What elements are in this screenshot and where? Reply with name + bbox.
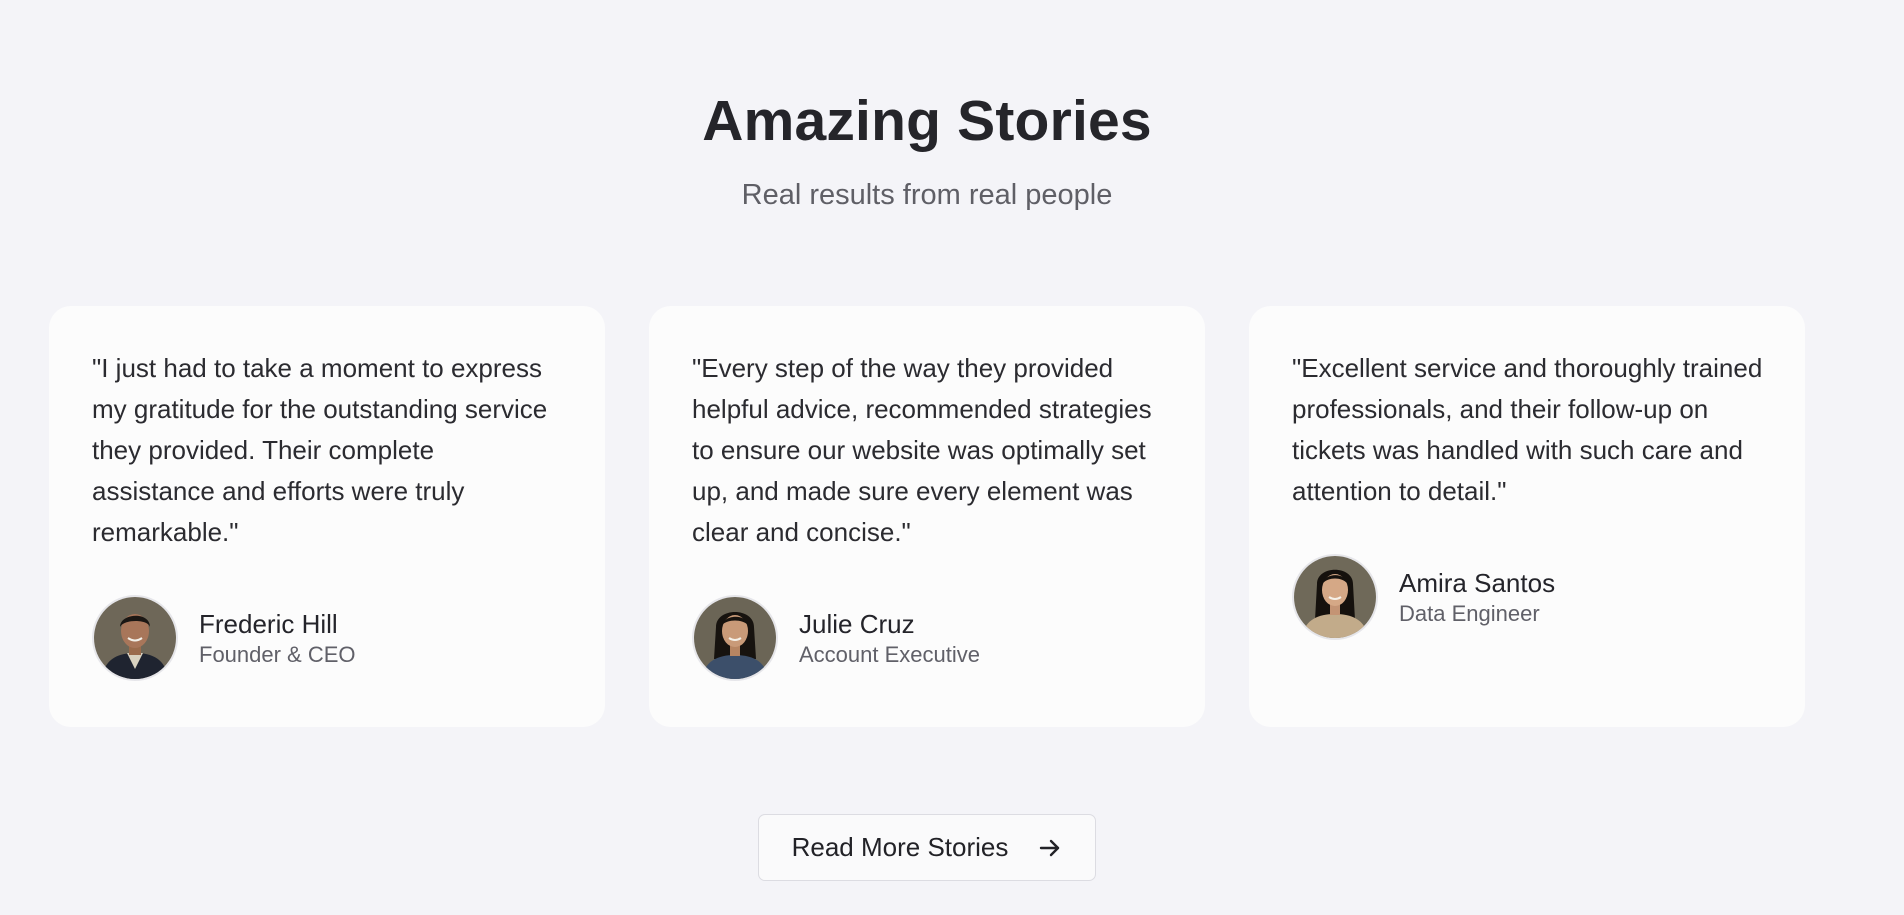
read-more-stories-label: Read More Stories [791,832,1009,862]
avatar [1292,554,1378,640]
arrow-right-icon [1038,836,1062,860]
testimonial-author: Julie Cruz Account Executive [692,595,1163,681]
testimonial-author: Frederic Hill Founder & CEO [92,595,563,681]
testimonials-section: Amazing Stories Real results from real p… [0,0,1904,915]
author-name: Frederic Hill [199,608,338,639]
section-title: Amazing Stories [702,89,1152,153]
section-subtitle: Real results from real people [741,179,1113,211]
author-role: Data Engineer [1399,600,1540,626]
testimonial-quote: "Every step of the way they provided hel… [692,353,1152,547]
testimonial-card: "Every step of the way they provided hel… [649,306,1205,727]
testimonial-quote: "Excellent service and thoroughly traine… [1292,353,1763,506]
read-more-stories-button[interactable]: Read More Stories [758,814,1096,881]
testimonial-card: "Excellent service and thoroughly traine… [1249,306,1805,727]
avatar [92,595,178,681]
author-name: Julie Cruz [799,608,915,639]
avatar [692,595,778,681]
testimonial-cards: "I just had to take a moment to express … [49,306,1805,727]
testimonial-author: Amira Santos Data Engineer [1292,554,1763,640]
testimonial-card: "I just had to take a moment to express … [49,306,605,727]
author-name: Amira Santos [1399,567,1556,598]
testimonial-quote: "I just had to take a moment to express … [92,353,548,547]
author-role: Founder & CEO [199,641,356,667]
author-role: Account Executive [799,641,980,667]
